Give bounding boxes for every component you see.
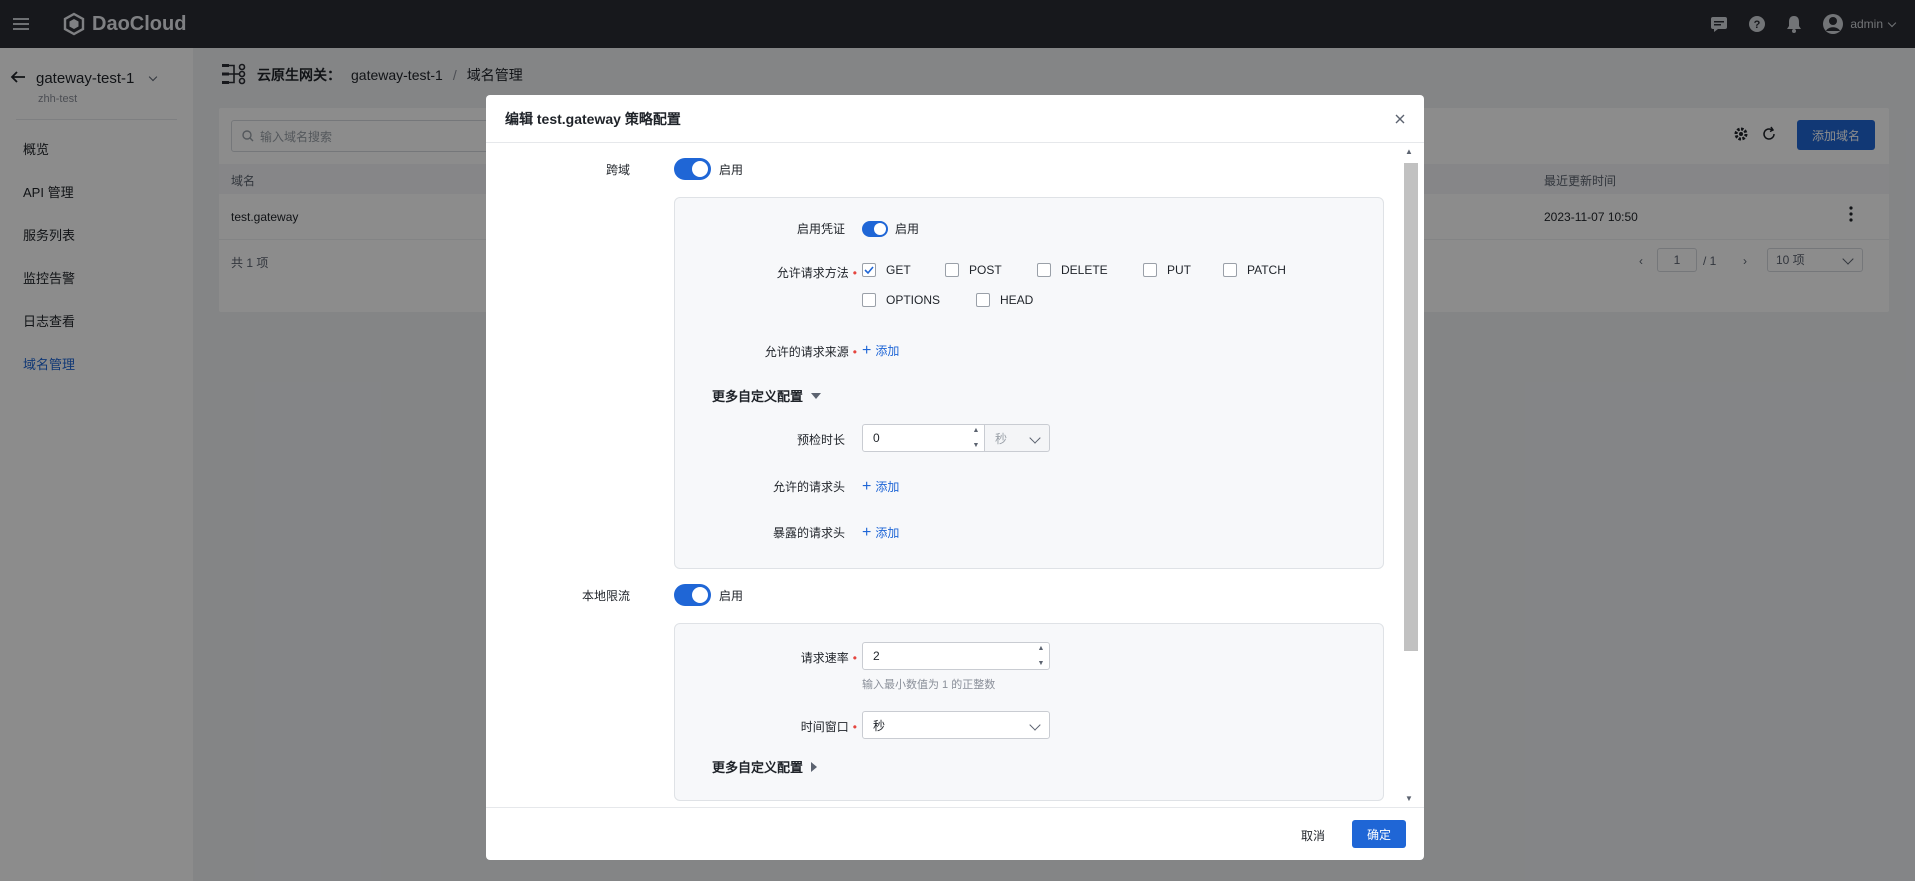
- method-head[interactable]: HEAD: [976, 293, 1033, 307]
- preflight-unit-select[interactable]: 秒: [985, 424, 1050, 452]
- checkbox-icon: [1223, 263, 1237, 277]
- preflight-unit-value: 秒: [995, 431, 1008, 446]
- modal-body: 跨域 启用 启用凭证 启用 允许请求方法 • GET POST DELETE P…: [486, 143, 1424, 807]
- allow-headers-label: 允许的请求头: [772, 480, 845, 494]
- preflight-value: 0: [873, 431, 880, 445]
- rate-label: 请求速率: [800, 651, 849, 665]
- stepper-icon[interactable]: ▲ ▼: [1035, 645, 1047, 667]
- ratelimit-toggle[interactable]: [674, 584, 711, 606]
- required-mark: •: [852, 650, 857, 665]
- ratelimit-more-label: 更多自定义配置: [712, 760, 804, 775]
- cors-toggle-label: 启用: [719, 162, 744, 177]
- close-icon[interactable]: [1390, 109, 1410, 129]
- plus-icon: +: [862, 523, 872, 541]
- chevron-down-icon: [1029, 432, 1041, 444]
- add-origin-label: 添加: [875, 344, 900, 358]
- rate-hint: 输入最小数值为 1 的正整数: [862, 679, 996, 691]
- method-patch-label: PATCH: [1247, 263, 1286, 277]
- method-put-label: PUT: [1167, 263, 1191, 277]
- cors-toggle[interactable]: [674, 158, 711, 180]
- checkbox-icon: [1143, 263, 1157, 277]
- rate-input[interactable]: 2 ▲ ▼: [862, 642, 1050, 670]
- checkbox-icon: [945, 263, 959, 277]
- scroll-down-icon[interactable]: ▼: [1405, 794, 1413, 803]
- policy-config-modal: 编辑 test.gateway 策略配置 跨域 启用 启用凭证 启用 允许请求方…: [486, 95, 1424, 860]
- plus-icon: +: [862, 477, 872, 495]
- method-delete[interactable]: DELETE: [1037, 263, 1108, 277]
- required-mark: •: [852, 344, 857, 359]
- cancel-button[interactable]: 取消: [1301, 827, 1325, 844]
- add-expose-header-label: 添加: [875, 526, 900, 540]
- method-patch[interactable]: PATCH: [1223, 263, 1286, 277]
- expose-headers-label: 暴露的请求头: [772, 526, 845, 540]
- scroll-up-icon[interactable]: ▲: [1405, 147, 1413, 156]
- rate-value: 2: [873, 649, 880, 663]
- method-post-label: POST: [969, 263, 1002, 277]
- chevron-down-icon: [1029, 719, 1041, 731]
- checkbox-checked-icon: [862, 263, 876, 277]
- credentials-label: 启用凭证: [796, 222, 845, 236]
- required-mark: •: [852, 719, 857, 734]
- cors-more-toggle[interactable]: 更多自定义配置: [712, 386, 822, 405]
- origins-label: 允许的请求来源: [764, 345, 849, 359]
- method-put[interactable]: PUT: [1143, 263, 1191, 277]
- caret-down-icon: [811, 392, 822, 399]
- method-get[interactable]: GET: [862, 263, 911, 277]
- checkbox-icon: [862, 293, 876, 307]
- ratelimit-more-toggle[interactable]: 更多自定义配置: [712, 757, 818, 776]
- caret-right-icon: [811, 761, 818, 772]
- add-origin-button[interactable]: + 添加: [862, 342, 899, 359]
- window-label: 时间窗口: [800, 720, 849, 734]
- ratelimit-settings-panel: 请求速率 • 2 ▲ ▼ 输入最小数值为 1 的正整数 时间窗口 • 秒 更多自定…: [674, 623, 1384, 801]
- method-options[interactable]: OPTIONS: [862, 293, 940, 307]
- confirm-button[interactable]: 确定: [1352, 820, 1406, 848]
- method-options-label: OPTIONS: [886, 293, 941, 307]
- method-post[interactable]: POST: [945, 263, 1002, 277]
- modal-header: 编辑 test.gateway 策略配置: [486, 95, 1424, 143]
- method-get-label: GET: [886, 263, 911, 277]
- cors-more-label: 更多自定义配置: [712, 389, 804, 404]
- cors-settings-panel: 启用凭证 启用 允许请求方法 • GET POST DELETE PUT PAT…: [674, 197, 1384, 569]
- window-select[interactable]: 秒: [862, 711, 1050, 739]
- add-expose-header-button[interactable]: + 添加: [862, 524, 899, 541]
- stepper-icon[interactable]: ▲ ▼: [970, 427, 982, 449]
- modal-title: 编辑 test.gateway 策略配置: [505, 110, 681, 127]
- preflight-input[interactable]: 0 ▲ ▼: [862, 424, 985, 452]
- credentials-toggle[interactable]: [862, 220, 888, 237]
- methods-label: 允许请求方法: [776, 266, 849, 280]
- required-mark: •: [852, 265, 857, 280]
- ratelimit-toggle-label: 启用: [719, 588, 744, 603]
- scrollbar-thumb[interactable]: [1404, 163, 1418, 651]
- ratelimit-label: 本地限流: [582, 589, 631, 603]
- window-value: 秒: [873, 718, 886, 733]
- modal-footer: 取消 确定: [486, 807, 1424, 860]
- method-head-label: HEAD: [1000, 293, 1034, 307]
- add-allow-header-button[interactable]: + 添加: [862, 478, 899, 495]
- plus-icon: +: [862, 341, 872, 359]
- scrollbar[interactable]: ▲ ▼: [1402, 147, 1418, 803]
- cors-label: 跨域: [605, 163, 630, 177]
- method-delete-label: DELETE: [1061, 263, 1108, 277]
- add-allow-header-label: 添加: [875, 480, 900, 494]
- checkbox-icon: [1037, 263, 1051, 277]
- preflight-label: 预检时长: [796, 433, 845, 447]
- checkbox-icon: [976, 293, 990, 307]
- credentials-toggle-label: 启用: [895, 222, 920, 236]
